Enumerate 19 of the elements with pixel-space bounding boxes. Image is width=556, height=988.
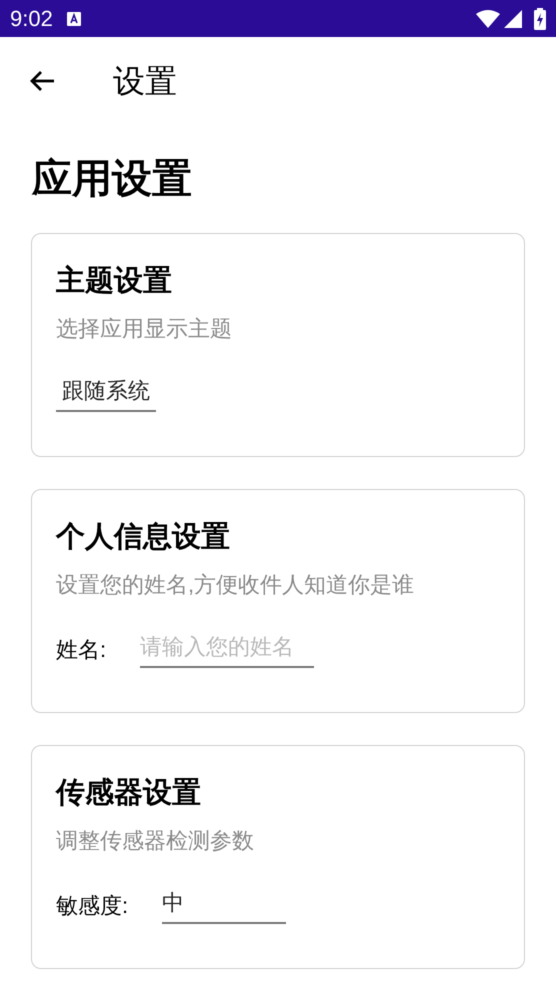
card-title: 个人信息设置	[56, 520, 231, 555]
field-label: 姓名:	[56, 636, 106, 664]
wifi-icon	[476, 10, 500, 28]
field-label: 敏感度:	[56, 892, 128, 920]
status-time: 9:02	[10, 5, 53, 33]
card-description: 选择应用显示主题	[56, 315, 233, 343]
signal-icon	[504, 10, 522, 28]
dropdown[interactable]: 跟随系统	[56, 374, 156, 412]
notification-icon	[66, 12, 81, 26]
page-heading: 应用设置	[32, 156, 193, 203]
card-description: 调整传感器检测参数	[56, 827, 255, 855]
battery-icon	[534, 8, 546, 30]
dropdown[interactable]: 中	[162, 886, 286, 924]
toolbar-title: 设置	[113, 62, 177, 101]
card-title: 主题设置	[56, 264, 173, 299]
card-description: 设置您的姓名,方便收件人知道你是谁	[56, 571, 416, 599]
card-title: 传感器设置	[56, 776, 202, 811]
name-field[interactable]: 请输入您的姓名	[140, 630, 314, 668]
back-icon	[29, 70, 55, 92]
